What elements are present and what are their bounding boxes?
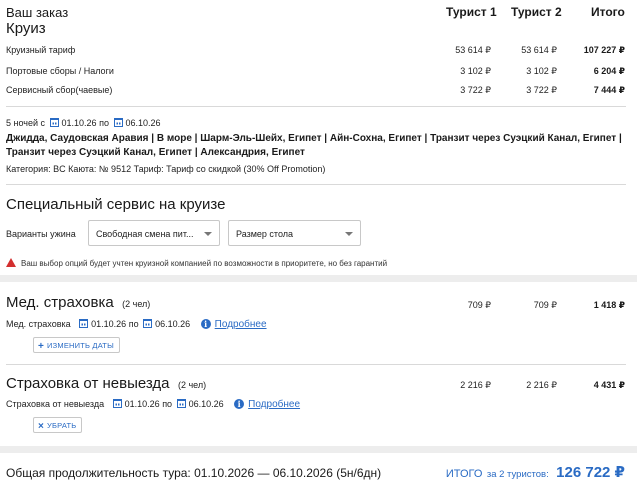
price-row-label: Портовые сборы / Налоги [6,66,114,76]
medical-t1: 709 ₽ [467,300,491,310]
calendar-icon [49,118,59,127]
divider [6,106,626,107]
medical-insurance-header: Мед. страховка (2 чел) [6,294,150,312]
cancel-t1: 2 216 ₽ [460,380,491,390]
calendar-icon [176,399,186,408]
cancel-insurance-count: (2 чел) [177,380,207,390]
medical-more-link[interactable]: Подробнее [215,319,267,330]
divider [6,184,626,185]
info-icon: i [234,399,245,409]
remove-label: УБРАТЬ [47,421,77,430]
order-label: Ваш заказ [6,5,69,20]
col-total: Итого [591,5,625,19]
cancel-insurance-row: Страховка от невыезда 01.10.26 по 06.10.… [6,399,300,410]
divider [6,364,626,365]
medical-date-to: 06.10.26 [155,319,191,329]
medical-t2: 709 ₽ [533,300,557,310]
change-dates-button[interactable]: + ИЗМЕНИТЬ ДАТЫ [33,337,120,353]
info-icon: i [200,319,211,329]
cruise-details: Категория: BC Каюта: № 9512 Тариф: Тариф… [6,164,326,174]
plus-icon: + [38,341,45,352]
price-row-t2: 3 102 ₽ [526,66,557,76]
cancel-insurance-title: Страховка от невыезда [6,375,170,392]
nights-label: 5 ночей с [6,118,46,128]
table-size-select-value: Размер стола [236,229,294,239]
cancel-more-link[interactable]: Подробнее [248,399,300,410]
remove-button[interactable]: × УБРАТЬ [33,417,83,433]
warning-note: Ваш выбор опций будет учтен круизной ком… [6,253,387,271]
product-title: Круиз [6,20,46,37]
date-from: 01.10.26 [61,118,97,128]
change-dates-label: ИЗМЕНИТЬ ДАТЫ [47,341,114,350]
by-label: по [162,399,173,409]
col-tourist1: Турист 1 [446,5,497,19]
cruise-route: Джидда, Саудовская Аравия | В море | Шар… [6,133,622,158]
medical-total: 1 418 ₽ [593,300,625,310]
medical-row-label: Мед. страховка [6,319,71,329]
price-row-label: Круизный тариф [6,45,76,55]
total-value: 126 722 ₽ [556,464,625,481]
price-row-total: 107 227 ₽ [583,45,625,55]
cancel-row-label: Страховка от невыезда [6,399,105,409]
price-row-t1: 3 102 ₽ [460,66,491,76]
cruise-dates: 5 ночей с 01.10.26 по 06.10.26 [6,118,161,128]
by-label: по [99,118,109,128]
medical-date-from: 01.10.26 [91,319,127,329]
total-for: за 2 туристов: [486,469,549,480]
price-row-label: Сервисный сбор(чаевые) [6,85,113,95]
cancel-date-from: 01.10.26 [124,399,160,409]
total-label: ИТОГО [445,468,483,480]
price-row-total: 6 204 ₽ [593,66,625,76]
price-row-t2: 3 722 ₽ [526,85,557,95]
section-separator [0,275,637,282]
calendar-icon [112,399,122,408]
cancel-insurance-header: Страховка от невыезда (2 чел) [6,375,206,393]
dinner-select[interactable]: Свободная смена пит... [88,220,220,246]
col-tourist2: Турист 2 [511,5,562,19]
dinner-select-value: Свободная смена пит... [96,229,194,239]
price-row-t1: 53 614 ₽ [455,45,491,55]
chevron-down-icon [345,232,353,236]
grand-total: ИТОГО за 2 туристов: 126 722 ₽ [446,463,625,482]
warning-text: Ваш выбор опций будет учтен круизной ком… [21,259,388,268]
date-to: 06.10.26 [125,118,161,128]
cancel-t2: 2 216 ₽ [526,380,557,390]
tour-duration: Общая продолжительность тура: 01.10.2026… [6,466,382,480]
by-label: по [128,319,139,329]
calendar-icon [79,319,89,328]
chevron-down-icon [204,232,212,236]
special-service-title: Специальный сервис на круизе [6,196,226,213]
price-row-t1: 3 722 ₽ [460,85,491,95]
dinner-options-label: Варианты ужина [6,229,76,239]
close-icon: × [38,421,45,432]
calendar-icon [113,118,123,127]
price-row-t2: 53 614 ₽ [521,45,557,55]
cancel-date-to: 06.10.26 [188,399,224,409]
medical-insurance-count: (2 чел) [122,299,151,309]
table-size-select[interactable]: Размер стола [228,220,361,246]
cancel-total: 4 431 ₽ [593,380,625,390]
price-row-total: 7 444 ₽ [593,85,625,95]
medical-insurance-row: Мед. страховка 01.10.26 по 06.10.26 i Под… [6,319,267,330]
section-separator [0,446,637,453]
calendar-icon [143,319,153,328]
warning-icon [6,258,16,267]
medical-insurance-title: Мед. страховка [6,294,114,311]
